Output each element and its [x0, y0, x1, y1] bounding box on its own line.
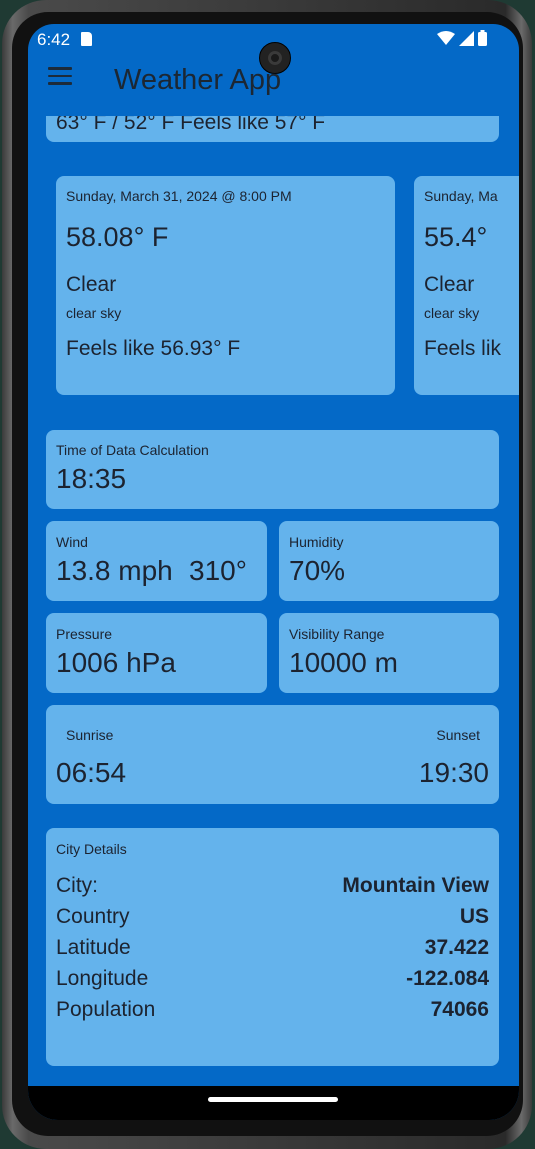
- home-gesture-handle[interactable]: [208, 1097, 338, 1102]
- city-row: Population 74066: [56, 998, 489, 1028]
- forecast-condition: Clear: [66, 273, 117, 296]
- scroll-content[interactable]: 63° F / 52° F Feels like 57° F Sunday, M…: [28, 116, 519, 1120]
- city-row-value: -122.084: [406, 967, 489, 990]
- forecast-description: clear sky: [424, 305, 480, 321]
- forecast-card[interactable]: Sunday, Ma 55.4° Clear clear sky Feels l…: [414, 176, 519, 395]
- city-row-key: Latitude: [56, 936, 131, 959]
- pressure-label: Pressure: [56, 626, 113, 642]
- summary-card: 63° F / 52° F Feels like 57° F: [46, 116, 499, 142]
- city-row-key: Population: [56, 998, 156, 1021]
- city-details-title: City Details: [56, 841, 127, 857]
- humidity-value: 70%: [289, 555, 346, 586]
- forecast-date: Sunday, Ma: [424, 188, 498, 204]
- forecast-feels-like: Feels lik: [424, 337, 502, 360]
- visibility-value: 10000 m: [289, 647, 398, 678]
- city-row-value: Mountain View: [342, 874, 489, 897]
- wind-card: Wind 13.8 mph 310°: [46, 521, 267, 601]
- sunrise-label: Sunrise: [66, 727, 114, 743]
- screen: 6:42 Weather App 63° F / 52° F Feels lik…: [28, 24, 519, 1120]
- city-row: Country US: [56, 905, 489, 935]
- wifi-icon: [437, 31, 455, 45]
- humidity-label: Humidity: [289, 534, 344, 550]
- sunset-value: 19:30: [418, 757, 489, 788]
- forecast-description: clear sky: [66, 305, 122, 321]
- sd-card-icon: [81, 32, 92, 46]
- menu-button[interactable]: [48, 67, 72, 85]
- forecast-temp: 55.4°: [424, 222, 488, 252]
- city-row: Longitude -122.084: [56, 967, 489, 997]
- forecast-date: Sunday, March 31, 2024 @ 8:00 PM: [66, 188, 292, 204]
- pressure-card: Pressure 1006 hPa: [46, 613, 267, 693]
- forecast-carousel[interactable]: Sunday, March 31, 2024 @ 8:00 PM 58.08° …: [28, 176, 519, 398]
- menu-line: [48, 82, 72, 85]
- status-time: 6:42: [37, 30, 71, 49]
- city-row-key: Longitude: [56, 967, 149, 990]
- sunrise-value: 06:54: [56, 757, 127, 788]
- signal-icon: [459, 30, 474, 46]
- battery-icon: [478, 30, 487, 46]
- wind-speed: 13.8 mph: [56, 555, 173, 586]
- forecast-temp: 58.08° F: [66, 222, 169, 252]
- wind-label: Wind: [56, 534, 88, 550]
- app-title: Weather App: [114, 64, 282, 96]
- menu-line: [48, 67, 72, 70]
- forecast-condition: Clear: [424, 273, 475, 296]
- sunset-label: Sunset: [436, 727, 480, 743]
- city-row-key: City:: [56, 874, 98, 897]
- city-row: Latitude 37.422: [56, 936, 489, 966]
- time-of-calculation-card: Time of Data Calculation 18:35: [46, 430, 499, 509]
- visibility-label: Visibility Range: [289, 626, 385, 642]
- city-row-value: 74066: [430, 998, 489, 1021]
- time-of-calculation-value: 18:35: [56, 463, 127, 494]
- pressure-value: 1006 hPa: [56, 647, 176, 678]
- humidity-card: Humidity 70%: [279, 521, 499, 601]
- menu-line: [48, 74, 72, 77]
- summary-text: 63° F / 52° F Feels like 57° F: [56, 116, 326, 134]
- city-row-key: Country: [56, 905, 130, 928]
- city-row-value: 37.422: [424, 936, 489, 959]
- wind-direction: 310°: [189, 555, 247, 586]
- forecast-card[interactable]: Sunday, March 31, 2024 @ 8:00 PM 58.08° …: [56, 176, 395, 395]
- city-row: City: Mountain View: [56, 874, 489, 904]
- sun-card: Sunrise 06:54 Sunset 19:30: [46, 705, 499, 804]
- status-icons: [437, 30, 487, 46]
- navigation-bar: [28, 1086, 519, 1120]
- time-of-calculation-label: Time of Data Calculation: [56, 442, 209, 458]
- visibility-card: Visibility Range 10000 m: [279, 613, 499, 693]
- forecast-feels-like: Feels like 56.93° F: [66, 337, 241, 360]
- city-row-value: US: [459, 905, 489, 928]
- city-details-card: City Details City: Mountain View Country…: [46, 828, 499, 1066]
